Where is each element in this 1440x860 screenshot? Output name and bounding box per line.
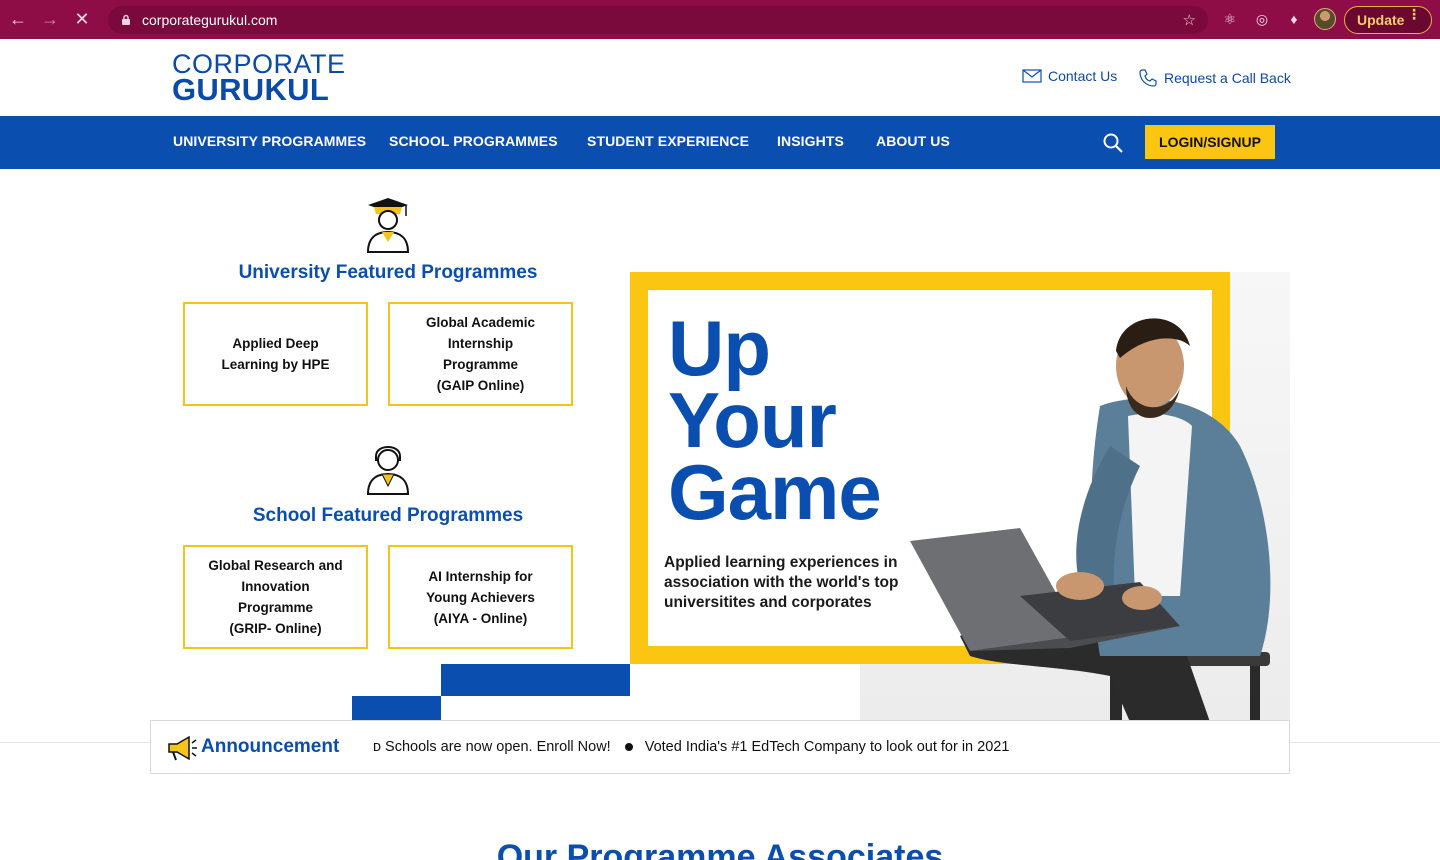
update-button[interactable]: Update ⋮ xyxy=(1344,6,1432,34)
program-card-applied-deep-learning[interactable]: Applied Deep Learning by HPE xyxy=(183,302,368,406)
site-logo[interactable]: CORPORATE GURUKUL xyxy=(172,51,345,107)
extensions-puzzle-icon[interactable]: ♦ xyxy=(1284,9,1304,29)
announcement-ticker: ᴅ Schools are now open. Enroll Now! Voted… xyxy=(373,739,1273,755)
bookmark-star-icon[interactable]: ☆ xyxy=(1183,11,1196,29)
lock-icon xyxy=(122,14,130,25)
nav-insights[interactable]: INSIGHTS xyxy=(777,133,844,149)
react-devtools-icon[interactable]: ⚛ xyxy=(1220,9,1240,29)
menu-dots-icon[interactable]: ⋮ xyxy=(1407,7,1421,21)
hero-line-1: Up xyxy=(668,304,771,392)
student-icon xyxy=(366,446,410,495)
program-card-label: Global Research and Innovation Programme… xyxy=(208,558,343,636)
announcement-title: Announcement xyxy=(201,736,340,757)
address-bar[interactable]: corporategurukul.com ☆ xyxy=(108,6,1208,34)
program-card-label: Global Academic Internship Programme (GA… xyxy=(425,315,536,393)
hero-person-with-laptop-image xyxy=(910,318,1271,722)
contact-us-label: Contact Us xyxy=(1048,68,1118,84)
hero-headline: Up Your Game xyxy=(668,304,882,536)
university-section-title: University Featured Programmes xyxy=(238,262,538,283)
contact-us-link[interactable]: Contact Us xyxy=(1022,68,1117,84)
announcement-item[interactable]: ᴅ Schools are now open. Enroll Now! xyxy=(373,739,611,755)
programme-associates-title: Our Programme Associates xyxy=(496,838,944,860)
nav-school-programmes[interactable]: SCHOOL PROGRAMMES xyxy=(389,133,558,149)
record-icon[interactable]: ◎ xyxy=(1252,9,1272,29)
program-card-grip[interactable]: Global Research and Innovation Programme… xyxy=(183,545,368,649)
profile-avatar[interactable] xyxy=(1314,8,1336,30)
back-arrow-icon[interactable]: ← xyxy=(4,6,32,34)
browser-toolbar: ← → ✕ corporategurukul.com ☆ ⚛ ◎ ♦ Updat… xyxy=(0,0,1440,39)
request-callback-label: Request a Call Back xyxy=(1164,70,1291,86)
program-card-gaip[interactable]: Global Academic Internship Programme (GA… xyxy=(388,302,573,406)
program-card-aiya[interactable]: AI Internship for Young Achievers (AIYA … xyxy=(388,545,573,649)
decor-block xyxy=(352,696,441,720)
hero-line-2: Your xyxy=(668,376,837,464)
request-callback-link[interactable]: Request a Call Back xyxy=(1138,68,1291,88)
announcement-bar: Announcement ᴅ Schools are now open. Enr… xyxy=(150,720,1290,774)
graduate-icon xyxy=(366,198,410,253)
login-signup-button[interactable]: LOGIN/SIGNUP xyxy=(1145,125,1275,159)
bullet-dot-icon xyxy=(624,742,633,751)
address-url: corporategurukul.com xyxy=(142,12,278,28)
megaphone-icon xyxy=(168,735,197,761)
update-label: Update xyxy=(1357,12,1405,28)
logo-line2: GURUKUL xyxy=(172,72,330,107)
main-nav: UNIVERSITY PROGRAMMES SCHOOL PROGRAMMES … xyxy=(0,116,1440,169)
program-card-label: Applied Deep Learning by HPE xyxy=(221,336,330,372)
search-icon[interactable] xyxy=(1102,132,1124,154)
forward-arrow-icon[interactable]: → xyxy=(36,6,64,34)
program-card-label: AI Internship for Young Achievers (AIYA … xyxy=(426,568,535,626)
hero-line-3: Game xyxy=(668,448,882,536)
school-section-title: School Featured Programmes xyxy=(252,505,524,526)
envelope-icon xyxy=(1022,69,1042,83)
decor-block xyxy=(441,664,630,696)
announcement-item[interactable]: Voted India's #1 EdTech Company to look … xyxy=(645,739,1010,755)
nav-about-us[interactable]: ABOUT US xyxy=(876,133,950,149)
nav-student-experience[interactable]: STUDENT EXPERIENCE xyxy=(587,133,749,149)
phone-icon xyxy=(1139,69,1157,87)
stop-loading-icon[interactable]: ✕ xyxy=(68,6,96,34)
nav-university-programmes[interactable]: UNIVERSITY PROGRAMMES xyxy=(173,133,366,149)
